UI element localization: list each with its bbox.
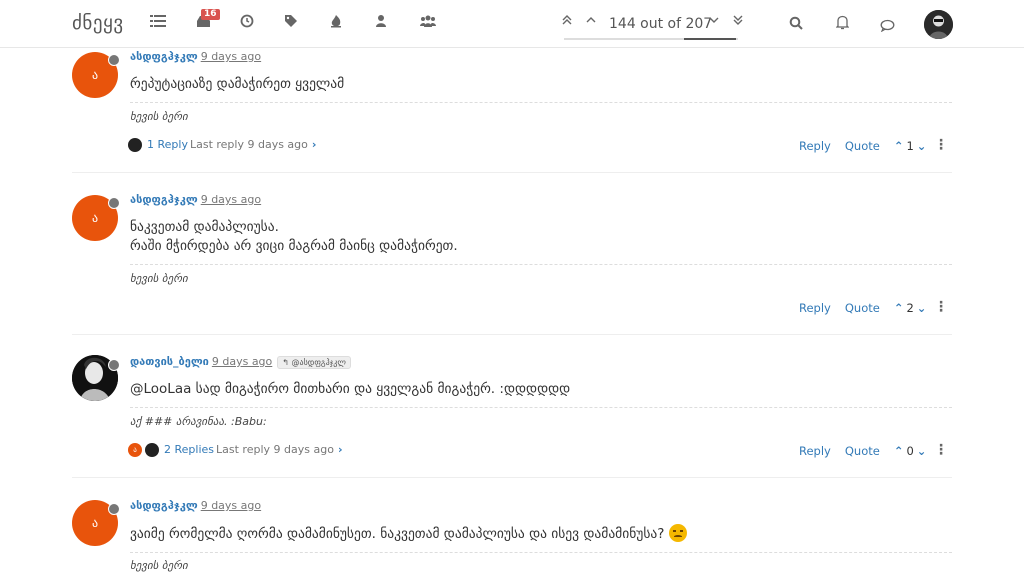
post-separator <box>72 334 952 335</box>
post-author[interactable]: ასდფგჰჯკლ <box>130 193 198 206</box>
replies-count[interactable]: 1 Reply <box>147 138 188 151</box>
first-post-icon[interactable] <box>558 14 576 30</box>
post-content: ვაიმე რომელმა ღორმა დამამინუსეთ. ნაკვეთა… <box>130 524 687 544</box>
post-content: რეპუტაციაზე დამაჭირეთ ყველამ <box>130 75 344 94</box>
groups-icon[interactable] <box>420 14 438 32</box>
recent-clock-icon[interactable] <box>240 14 258 32</box>
search-icon[interactable] <box>789 15 803 34</box>
post-pagination: 144 out of 207 <box>562 12 748 40</box>
status-indicator <box>108 197 120 209</box>
post-time[interactable]: 9 days ago <box>201 193 261 206</box>
post-time[interactable]: 9 days ago <box>201 499 261 512</box>
chevron-right-icon: › <box>311 138 317 151</box>
quote-button[interactable]: Quote <box>845 301 880 315</box>
last-reply-text: Last reply 9 days ago <box>216 443 334 456</box>
replies-summary[interactable]: 1 Reply Last reply 9 days ago › <box>128 138 316 152</box>
chevron-right-icon: › <box>337 443 343 456</box>
reply-to-badge[interactable]: ↰ @ასდფგჰჯკლ <box>277 356 351 369</box>
pager-position-text[interactable]: 144 out of 207 <box>609 16 712 32</box>
reply-button[interactable]: Reply <box>799 444 831 458</box>
replies-summary[interactable]: ა 2 Replies Last reply 9 days ago › <box>128 443 342 457</box>
categories-icon[interactable] <box>150 14 168 32</box>
previous-post-icon[interactable] <box>582 14 600 29</box>
pager-progress-fill <box>684 38 736 40</box>
vote-count: 0 <box>906 444 914 458</box>
post-signature: ხევის ბერი <box>130 110 188 123</box>
upvote-icon[interactable]: ⌃ <box>894 301 904 315</box>
post-menu-icon[interactable]: ⋮ <box>934 138 948 152</box>
quote-button[interactable]: Quote <box>845 139 880 153</box>
user-icon[interactable] <box>375 14 393 32</box>
post-content: ნაკვეთამ დამაპლიუსა. რაში მჭირდება არ ვი… <box>130 218 458 256</box>
top-navbar: ძნეყვ 16 144 out of 207 <box>0 0 1024 48</box>
notification-count-badge: 16 <box>201 9 220 20</box>
post-separator <box>72 172 952 173</box>
quote-button[interactable]: Quote <box>845 444 880 458</box>
status-indicator <box>108 54 120 66</box>
tags-icon[interactable] <box>284 14 302 32</box>
downvote-icon[interactable]: ⌄ <box>917 444 927 458</box>
post-actions: Reply Quote ⌃ 0 ⌄ <box>799 444 926 458</box>
signature-divider <box>130 102 952 103</box>
reply-button[interactable]: Reply <box>799 301 831 315</box>
signature-divider <box>130 264 952 265</box>
post-time[interactable]: 9 days ago <box>201 50 261 63</box>
popular-fire-icon[interactable] <box>330 14 348 32</box>
signature-divider <box>130 552 952 553</box>
bell-icon[interactable] <box>835 15 850 34</box>
post-content-line: ვაიმე რომელმა ღორმა დამამინუსეთ. ნაკვეთა… <box>130 526 665 542</box>
last-reply-text: Last reply 9 days ago <box>189 138 308 151</box>
next-post-icon[interactable] <box>705 14 723 29</box>
post-content-line: რაში მჭირდება არ ვიცი მაგრამ მაინც დამაჭ… <box>130 238 458 254</box>
post-menu-icon[interactable]: ⋮ <box>934 443 948 457</box>
post-author[interactable]: ასდფგჰჯკლ <box>130 499 198 512</box>
signature-divider <box>130 407 952 408</box>
downvote-icon[interactable]: ⌄ <box>917 301 927 315</box>
post-separator <box>72 477 952 478</box>
reply-avatar <box>128 138 142 152</box>
reply-avatar <box>145 443 159 457</box>
post-content-line: რეპუტაციაზე დამაჭირეთ ყველამ <box>130 76 345 92</box>
downvote-icon[interactable]: ⌄ <box>917 139 927 153</box>
reply-avatar: ა <box>128 443 142 457</box>
post-content-line: ნაკვეთამ დამაპლიუსა. <box>130 219 279 235</box>
post-meta: ასდფგჰჯკლ 9 days ago <box>130 50 261 63</box>
post-actions: Reply Quote ⌃ 2 ⌄ <box>799 301 926 315</box>
post-time[interactable]: 9 days ago <box>212 355 272 368</box>
vote-count: 2 <box>906 301 914 315</box>
post-meta: დათვის_ბელი 9 days ago ↰ @ასდფგჰჯკლ <box>130 355 351 369</box>
chat-bubble-icon[interactable] <box>880 17 895 36</box>
post-signature: ხევის ბერი <box>130 559 188 572</box>
replies-count[interactable]: 2 Replies <box>164 443 214 456</box>
upvote-icon[interactable]: ⌃ <box>894 139 904 153</box>
frowning-face-emoji-icon <box>668 524 687 542</box>
vote-count: 1 <box>906 139 914 153</box>
post-menu-icon[interactable]: ⋮ <box>934 300 948 314</box>
post-signature: ხევის ბერი <box>130 272 188 285</box>
post-meta: ასდფგჰჯკლ 9 days ago <box>130 499 261 512</box>
user-avatar[interactable] <box>924 10 953 39</box>
brand-logo[interactable]: ძნეყვ <box>72 12 124 34</box>
reply-button[interactable]: Reply <box>799 139 831 153</box>
status-indicator <box>108 503 120 515</box>
status-indicator <box>108 359 120 371</box>
post-actions: Reply Quote ⌃ 1 ⌄ <box>799 139 926 153</box>
last-post-icon[interactable] <box>729 14 747 30</box>
reply-to-user: @ასდფგჰჯკლ <box>291 358 346 367</box>
post-content-line: @LooLaa სად მიგაჭირო მითხარი და ყველგან … <box>130 381 571 397</box>
post-author[interactable]: დათვის_ბელი <box>130 355 209 368</box>
post-author[interactable]: ასდფგჰჯკლ <box>130 50 198 63</box>
upvote-icon[interactable]: ⌃ <box>894 444 904 458</box>
post-content: @LooLaa სად მიგაჭირო მითხარი და ყველგან … <box>130 380 570 399</box>
reply-arrow-icon: ↰ <box>282 358 292 367</box>
post-signature: აქ ### არავინაა. :Babu: <box>130 415 267 428</box>
post-meta: ასდფგჰჯკლ 9 days ago <box>130 193 261 206</box>
